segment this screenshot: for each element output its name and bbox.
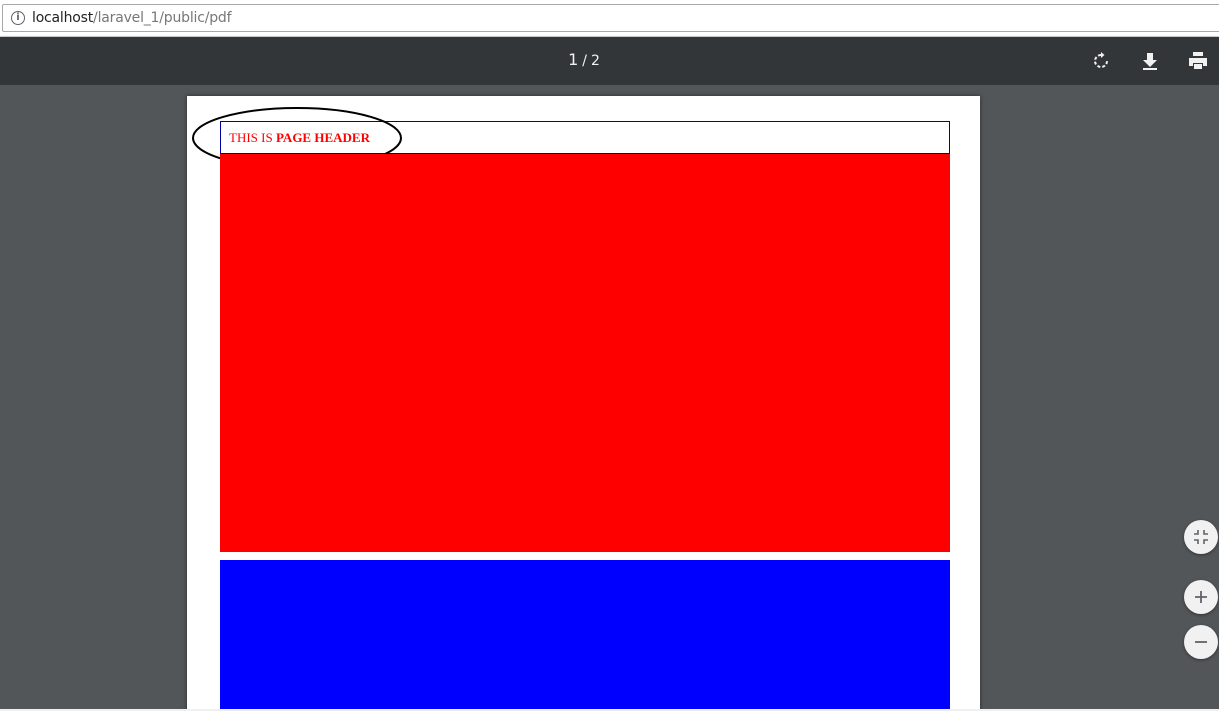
blue-block <box>220 560 950 711</box>
page-indicator: 1/2 <box>0 37 1168 85</box>
download-icon <box>1143 53 1157 70</box>
zoom-in-button[interactable] <box>1184 580 1218 614</box>
fit-to-page-button[interactable] <box>1184 520 1218 554</box>
fit-to-page-icon <box>1194 530 1208 544</box>
print-button[interactable] <box>1186 49 1210 73</box>
zoom-out-button[interactable] <box>1184 625 1218 659</box>
page-header-text: THIS IS PAGE HEADER <box>229 130 370 146</box>
url-field[interactable]: i localhost/laravel_1/public/pdf <box>2 4 1219 32</box>
header-prefix: THIS IS <box>229 130 276 145</box>
zoom-in-icon <box>1195 591 1207 603</box>
page-separator: / <box>582 53 587 69</box>
url-text[interactable]: localhost/laravel_1/public/pdf <box>32 10 232 26</box>
url-path: /laravel_1/public/pdf <box>93 10 232 26</box>
pdf-toolbar: 1/2 <box>0 37 1219 85</box>
total-pages: 2 <box>590 53 600 69</box>
current-page-number[interactable]: 1 <box>568 50 578 69</box>
header-bold: PAGE HEADER <box>275 130 370 145</box>
page-header-box: THIS IS PAGE HEADER <box>220 121 950 154</box>
info-icon[interactable]: i <box>11 11 25 25</box>
red-block <box>220 154 950 552</box>
url-host: localhost <box>32 10 94 26</box>
zoom-out-icon <box>1195 641 1207 643</box>
pdf-page: THIS IS PAGE HEADER <box>187 96 980 711</box>
download-button[interactable] <box>1138 49 1162 73</box>
print-icon <box>1189 52 1207 69</box>
rotate-button[interactable] <box>1089 49 1113 73</box>
browser-address-bar: i localhost/laravel_1/public/pdf <box>0 0 1219 37</box>
rotate-icon <box>1094 52 1108 68</box>
pdf-viewer-canvas[interactable]: THIS IS PAGE HEADER <box>0 85 1219 711</box>
